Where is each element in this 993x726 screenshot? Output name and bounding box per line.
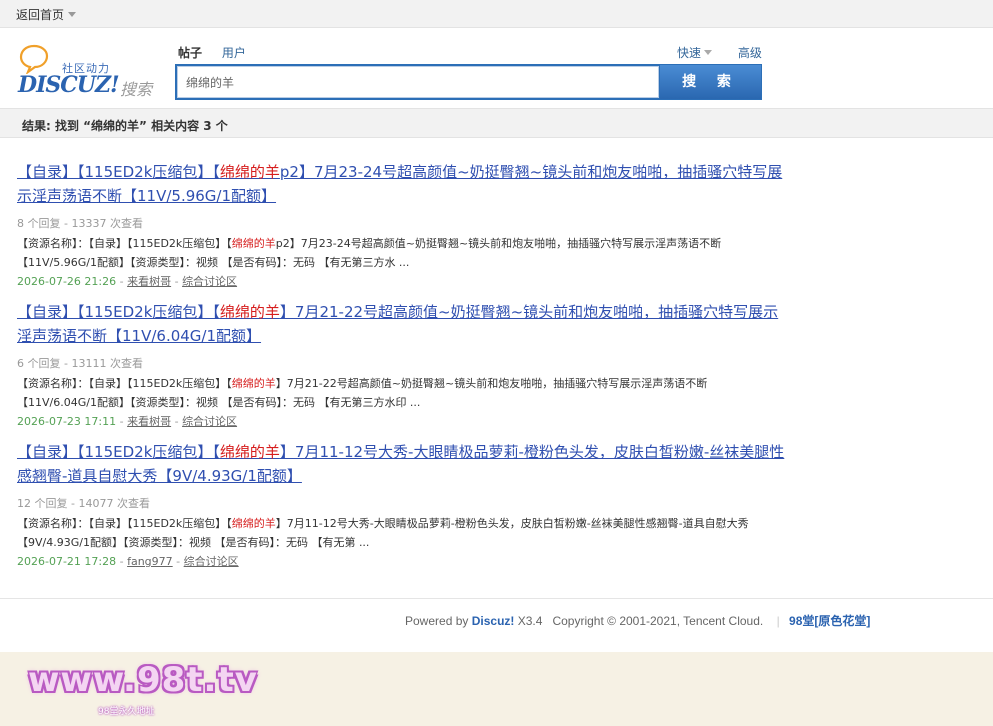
site-link[interactable]: 98堂[原色花堂] [789,614,870,628]
speech-bubble-icon [19,44,49,74]
separator: | [776,614,780,628]
search-button[interactable]: 搜 索 [660,65,761,99]
title-prefix: 【自录】【115ED2k压缩包】【 [17,443,220,461]
search-header: 社区动力 DISCUZ! 搜索 帖子 用户 快速 高级 搜 索 [0,28,993,108]
quick-search-label: 快速 [677,46,702,60]
result-forum-link[interactable]: 综合讨论区 [182,415,237,428]
result-author-link[interactable]: 来看树哥 [127,275,171,288]
result-stats: 6 个回复 - 13111 次查看 [17,357,143,370]
watermark-subtext: 98堂永久地址 [98,707,155,717]
result-info: 2026-07-23 17:11 - 来看树哥 - 综合讨论区 [17,415,238,428]
result-date: 2026-07-21 17:28 [17,555,117,568]
search-type-tabs: 帖子 用户 [178,44,262,61]
result-date: 2026-07-23 17:11 [17,415,117,428]
snippet-highlight: 绵绵的羊 [231,517,276,530]
result-snippet: 【资源名称】：【自录】【115ED2k压缩包】【绵绵的羊】7月11-12号大秀-… [17,514,772,552]
page-footer: Powered by Discuz! X3.4 Copyright © 2001… [405,612,870,629]
powered-prefix: Powered by [405,614,469,628]
result-forum-link[interactable]: 综合讨论区 [182,275,237,288]
snippet-prefix: 【资源名称】：【自录】【115ED2k压缩包】【 [17,517,232,530]
search-results-list: 【自录】【115ED2k压缩包】【绵绵的羊p2】7月23-24号超高颜值~奶挺臀… [17,160,787,580]
back-home-link[interactable]: 返回首页 [16,6,77,23]
search-input[interactable] [177,66,659,98]
result-author-link[interactable]: 来看树哥 [127,415,171,428]
powered-brand: Discuz! [471,614,515,628]
result-info: 2026-07-26 21:26 - 来看树哥 - 综合讨论区 [17,275,238,288]
logo-brand: DISCUZ! [18,72,120,98]
quick-search-dropdown[interactable]: 快速 [677,46,713,60]
list-item: 【自录】【115ED2k压缩包】【绵绵的羊p2】7月23-24号超高颜值~奶挺臀… [17,160,787,300]
result-title-link[interactable]: 【自录】【115ED2k压缩包】【绵绵的羊】7月11-12号大秀-大眼睛极品萝莉… [17,440,787,488]
tab-posts[interactable]: 帖子 [178,46,202,60]
chevron-down-icon [704,50,713,55]
search-box: 搜 索 [175,64,762,100]
result-snippet: 【资源名称】：【自录】【115ED2k压缩包】【绵绵的羊p2】7月23-24号超… [17,234,772,272]
chevron-down-icon [68,12,77,17]
title-highlight: 绵绵的羊 [219,163,280,181]
list-item: 【自录】【115ED2k压缩包】【绵绵的羊】7月21-22号超高颜值~奶挺臀翘~… [17,300,787,440]
result-forum-link[interactable]: 综合讨论区 [184,555,239,568]
result-date: 2026-07-26 21:26 [17,275,117,288]
result-title-link[interactable]: 【自录】【115ED2k压缩包】【绵绵的羊】7月21-22号超高颜值~奶挺臀翘~… [17,300,787,348]
tab-users[interactable]: 用户 [222,46,246,60]
search-options: 快速 高级 [677,44,762,61]
result-author-link[interactable]: fang977 [127,555,173,568]
result-info: 2026-07-21 17:28 - fang977 - 综合讨论区 [17,555,239,568]
snippet-prefix: 【资源名称】：【自录】【115ED2k压缩包】【 [17,377,232,390]
top-navbar: 返回首页 [0,0,993,28]
result-stats: 8 个回复 - 13337 次查看 [17,217,143,230]
version: X3.4 [517,614,543,628]
watermark: www.98t.tv [28,660,258,700]
title-highlight: 绵绵的羊 [219,303,280,321]
copyright: Copyright © 2001-2021, Tencent Cloud. [552,614,764,628]
result-summary: 结果: 找到 “绵绵的羊” 相关内容 3 个 [22,119,228,133]
title-prefix: 【自录】【115ED2k压缩包】【 [17,303,220,321]
advanced-search-link[interactable]: 高级 [738,46,762,60]
list-item: 【自录】【115ED2k压缩包】【绵绵的羊】7月11-12号大秀-大眼睛极品萝莉… [17,440,787,580]
title-highlight: 绵绵的羊 [219,443,280,461]
result-stats: 12 个回复 - 14077 次查看 [17,497,150,510]
snippet-highlight: 绵绵的羊 [231,237,276,250]
logo-search-word: 搜索 [120,80,153,99]
snippet-highlight: 绵绵的羊 [231,377,276,390]
footer-divider [0,598,993,599]
result-summary-bar: 结果: 找到 “绵绵的羊” 相关内容 3 个 [0,108,993,138]
back-home-label: 返回首页 [16,8,65,22]
result-title-link[interactable]: 【自录】【115ED2k压缩包】【绵绵的羊p2】7月23-24号超高颜值~奶挺臀… [17,160,787,208]
result-snippet: 【资源名称】：【自录】【115ED2k压缩包】【绵绵的羊】7月21-22号超高颜… [17,374,772,412]
title-prefix: 【自录】【115ED2k压缩包】【 [17,163,220,181]
snippet-prefix: 【资源名称】：【自录】【115ED2k压缩包】【 [17,237,232,250]
discuz-logo[interactable]: 社区动力 DISCUZ! 搜索 [16,42,166,99]
